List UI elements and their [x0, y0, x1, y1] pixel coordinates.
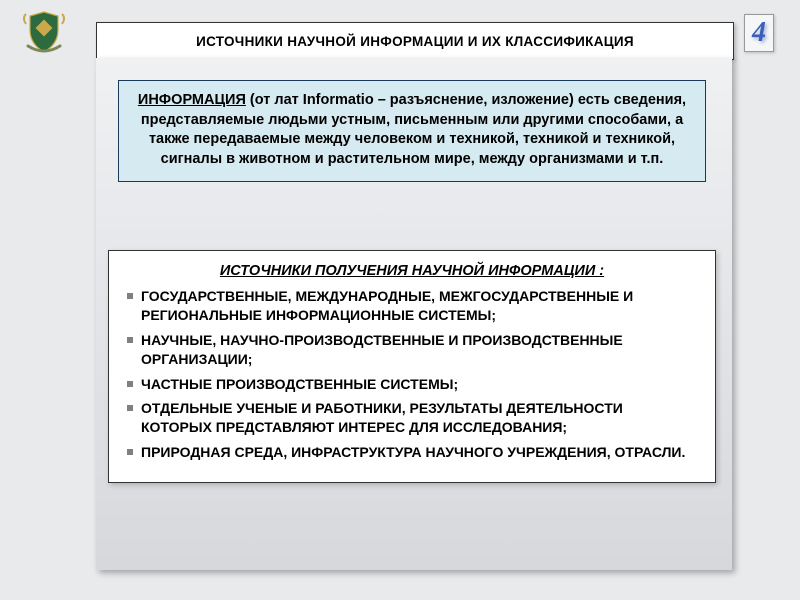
list-item: ОТДЕЛЬНЫЕ УЧЕНЫЕ И РАБОТНИКИ, РЕЗУЛЬТАТЫ… — [127, 399, 697, 437]
sources-heading: ИСТОЧНИКИ ПОЛУЧЕНИЯ НАУЧНОЙ ИНФОРМАЦИИ : — [127, 263, 697, 279]
page-number-badge: 4 — [744, 14, 774, 52]
list-item: ГОСУДАРСТВЕННЫЕ, МЕЖДУНАРОДНЫЕ, МЕЖГОСУД… — [127, 287, 697, 325]
list-item: ЧАСТНЫЕ ПРОИЗВОДСТВЕННЫЕ СИСТЕМЫ; — [127, 375, 697, 394]
emblem-icon — [20, 8, 68, 56]
page-title: ИСТОЧНИКИ НАУЧНОЙ ИНФОРМАЦИИ И ИХ КЛАССИ… — [196, 34, 634, 49]
list-item: НАУЧНЫЕ, НАУЧНО-ПРОИЗВОДСТВЕННЫЕ И ПРОИЗ… — [127, 331, 697, 369]
definition-box: ИНФОРМАЦИЯ (от лат Informatio – разъясне… — [118, 80, 706, 182]
list-item: ПРИРОДНАЯ СРЕДА, ИНФРАСТРУКТУРА НАУЧНОГО… — [127, 443, 697, 462]
definition-lead: ИНФОРМАЦИЯ — [138, 92, 246, 108]
page-number: 4 — [752, 17, 766, 49]
content-panel: ИНФОРМАЦИЯ (от лат Informatio – разъясне… — [96, 58, 732, 570]
sources-list: ГОСУДАРСТВЕННЫЕ, МЕЖДУНАРОДНЫЕ, МЕЖГОСУД… — [127, 287, 697, 462]
title-bar: ИСТОЧНИКИ НАУЧНОЙ ИНФОРМАЦИИ И ИХ КЛАССИ… — [96, 22, 734, 60]
sources-box: ИСТОЧНИКИ ПОЛУЧЕНИЯ НАУЧНОЙ ИНФОРМАЦИИ :… — [108, 250, 716, 483]
